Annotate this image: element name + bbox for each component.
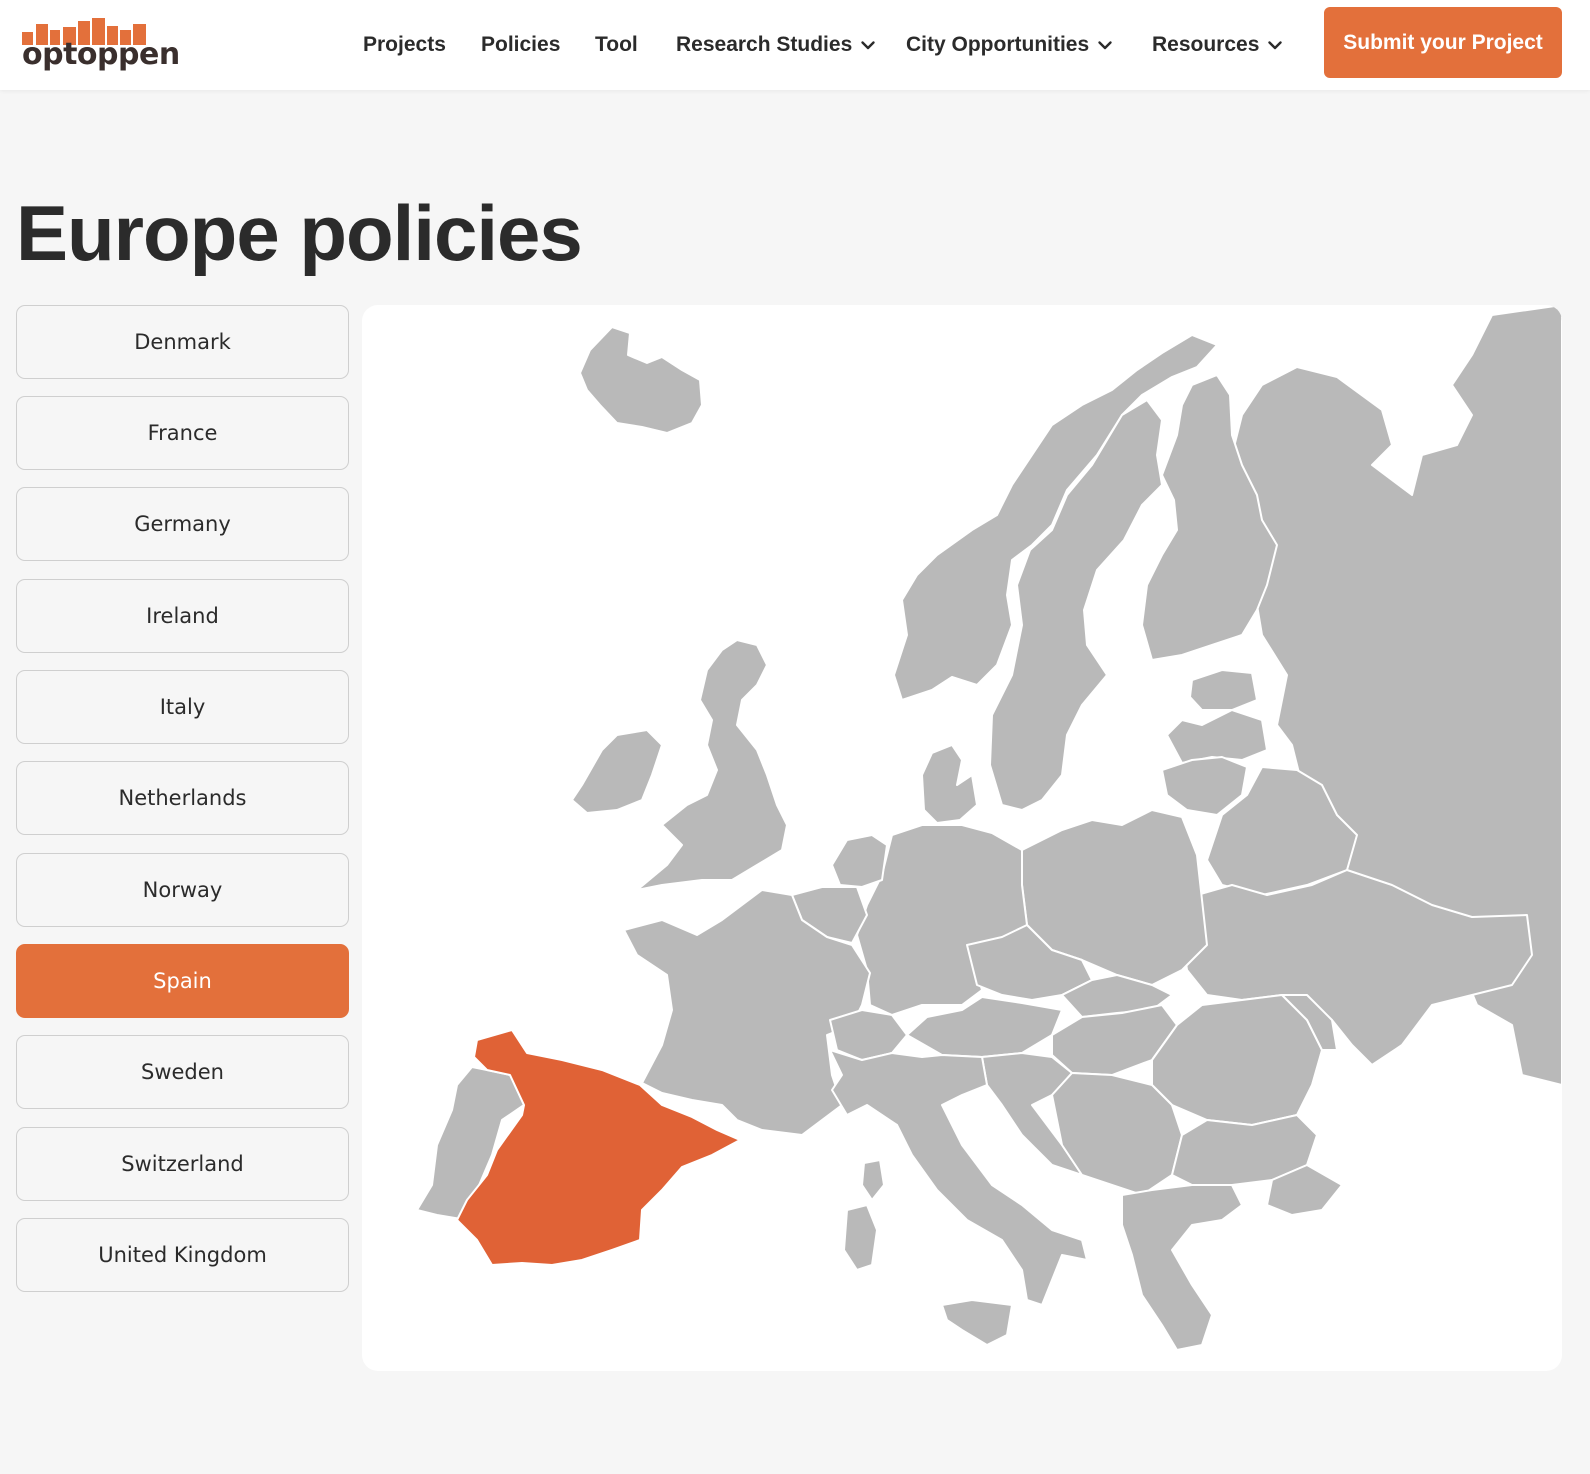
map-region-iceland[interactable] — [579, 326, 703, 434]
country-button-germany[interactable]: Germany — [16, 487, 349, 561]
main-navigation: Projects Policies Tool Research Studies … — [0, 0, 1590, 90]
nav-label: Tool — [595, 33, 638, 56]
country-button-norway[interactable]: Norway — [16, 853, 349, 927]
country-button-spain[interactable]: Spain — [16, 944, 349, 1018]
country-button-italy[interactable]: Italy — [16, 670, 349, 744]
country-button-united-kingdom[interactable]: United Kingdom — [16, 1218, 349, 1292]
nav-tool[interactable]: Tool — [595, 28, 638, 62]
country-button-ireland[interactable]: Ireland — [16, 579, 349, 653]
chevron-down-icon — [861, 41, 875, 50]
nav-label: Projects — [363, 33, 446, 56]
europe-map — [362, 305, 1562, 1371]
map-region-greece[interactable] — [1121, 1184, 1243, 1351]
nav-policies[interactable]: Policies — [481, 28, 560, 62]
map-region-united-kingdom[interactable] — [636, 639, 788, 891]
chevron-down-icon — [1268, 41, 1283, 50]
nav-label: Resources — [1152, 33, 1260, 56]
map-region-latvia[interactable] — [1166, 709, 1268, 764]
nav-city-opportunities[interactable]: City Opportunities — [906, 28, 1113, 62]
submit-project-button[interactable]: Submit your Project — [1324, 7, 1562, 78]
site-header: optoppen Projects Policies Tool Research… — [0, 0, 1590, 90]
nav-label: City Opportunities — [906, 33, 1090, 56]
map-region-netherlands[interactable] — [831, 834, 888, 888]
country-button-switzerland[interactable]: Switzerland — [16, 1127, 349, 1201]
country-button-sweden[interactable]: Sweden — [16, 1035, 349, 1109]
nav-label: Research Studies — [676, 33, 853, 56]
map-region-romania[interactable] — [1151, 994, 1323, 1126]
map-region-ireland[interactable] — [571, 729, 663, 814]
europe-map-svg — [416, 305, 1562, 1351]
nav-research-studies[interactable]: Research Studies — [676, 28, 876, 62]
map-region-sardinia[interactable] — [843, 1204, 878, 1271]
nav-projects[interactable]: Projects — [363, 28, 446, 62]
map-region-denmark[interactable] — [921, 744, 978, 824]
map-region-estonia[interactable] — [1189, 669, 1258, 711]
country-button-france[interactable]: France — [16, 396, 349, 470]
nav-label: Policies — [481, 33, 561, 56]
chevron-down-icon — [1098, 41, 1112, 50]
nav-resources[interactable]: Resources — [1152, 28, 1283, 62]
country-button-denmark[interactable]: Denmark — [16, 305, 349, 379]
page-title: Europe policies — [16, 189, 583, 277]
map-region-sicily[interactable] — [941, 1299, 1013, 1346]
country-button-netherlands[interactable]: Netherlands — [16, 761, 349, 835]
map-region-corsica[interactable] — [861, 1159, 885, 1201]
